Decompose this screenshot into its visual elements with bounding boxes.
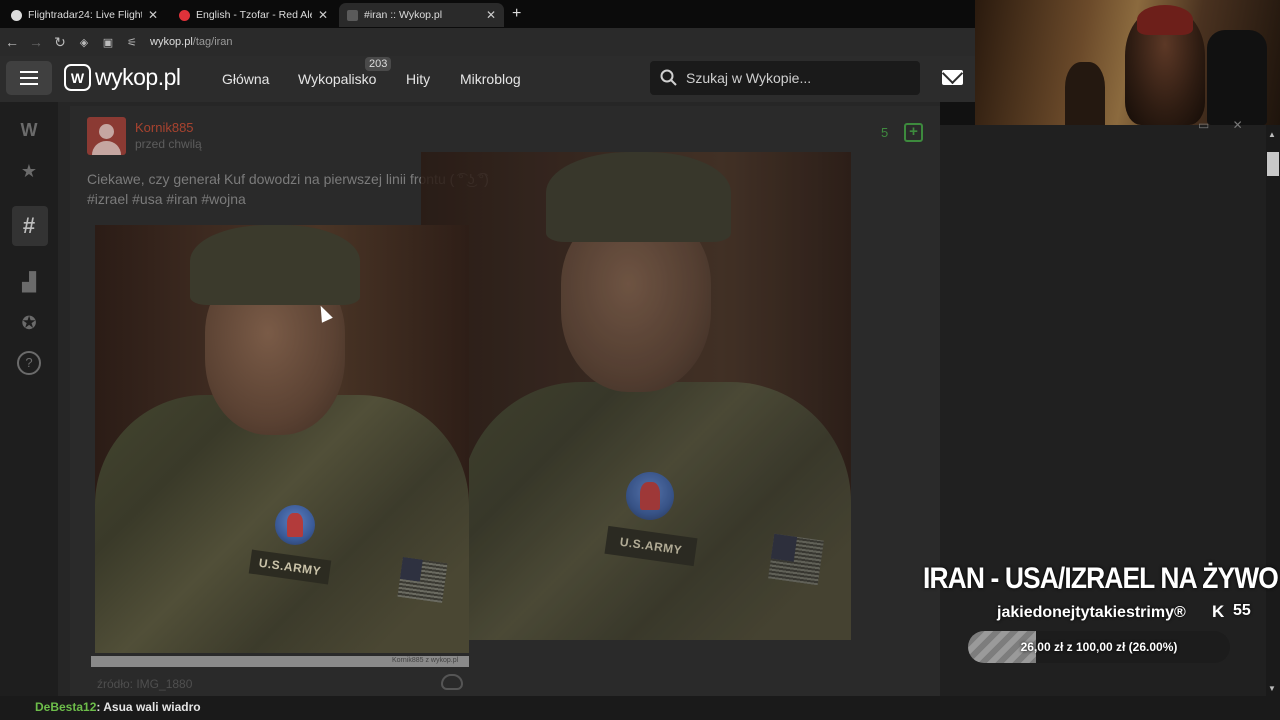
flightradar-favicon-icon	[11, 9, 22, 21]
left-sidebar	[0, 102, 58, 696]
forward-arrow-icon[interactable]: →	[24, 34, 48, 50]
nav-glowna[interactable]: Główna	[222, 71, 269, 87]
tab-close-icon[interactable]: ✕	[486, 8, 496, 22]
vote-count: 5	[881, 125, 889, 140]
post-image[interactable]: U.S.ARMY	[95, 225, 469, 653]
site-settings-icon[interactable]: ⚟	[120, 36, 144, 49]
post-timestamp[interactable]: przed chwilą	[135, 137, 202, 151]
star-icon[interactable]: ★	[17, 159, 41, 183]
post-author[interactable]: Kornik885	[135, 120, 194, 135]
url-field[interactable]: wykop.pl/tag/iran	[150, 36, 233, 48]
window-controls-icon[interactable]: ▭ ✕	[1198, 118, 1243, 132]
tab-tzofar[interactable]: English - Tzofar - Red Alert ✕	[171, 3, 336, 27]
viewer-count: 55	[1233, 602, 1251, 619]
help-icon[interactable]: ?	[17, 351, 41, 375]
nav-mikroblog[interactable]: Mikroblog	[460, 71, 521, 87]
url-path: /tag/iran	[192, 36, 233, 48]
chat-text: : Asua wali wiadro	[96, 700, 201, 714]
download-cloud-icon[interactable]	[441, 674, 463, 690]
search-icon	[660, 69, 677, 86]
back-arrow-icon[interactable]: ←	[0, 34, 24, 50]
tab-flightradar[interactable]: Flightradar24: Live Flight Tracker ✕	[3, 3, 166, 27]
logo-text: wykop.pl	[95, 64, 181, 90]
nav-hity[interactable]: Hity	[406, 71, 430, 87]
scroll-up-icon[interactable]: ▲	[1268, 130, 1276, 139]
search-input[interactable]: Szukaj w Wykopie...	[650, 61, 920, 95]
stream-channel: jakiedonejtytakiestrimy®	[997, 604, 1186, 621]
chat-message: DeBesta12: Asua wali wiadro	[35, 700, 201, 714]
stream-title: IRAN - USA/IZRAEL NA ŻYWO	[923, 562, 1279, 595]
image-footer-text: Kornik885 z wykop.pl	[392, 657, 459, 664]
scrollbar[interactable]	[1266, 125, 1280, 696]
hashtag-icon[interactable]: #	[17, 214, 41, 238]
ranking-icon[interactable]: ▟	[17, 270, 41, 294]
scroll-down-icon[interactable]: ▼	[1268, 684, 1276, 693]
hamburger-menu-button[interactable]	[6, 61, 52, 95]
tzofar-favicon-icon	[179, 9, 190, 21]
upvote-plus-icon[interactable]: +	[904, 123, 923, 142]
webcam-overlay	[975, 0, 1280, 125]
wykopalisko-count-badge: 203	[365, 57, 392, 71]
donation-progress-bar: 26,00 zł z 100,00 zł (26.00%)	[968, 631, 1230, 663]
wykop-icon[interactable]: W	[17, 118, 41, 142]
tab-label: Flightradar24: Live Flight Tracker	[28, 9, 142, 21]
url-domain: wykop.pl	[150, 36, 193, 48]
image-source: źródło: IMG_1880	[97, 677, 193, 691]
wykop-logo[interactable]: W wykop.pl	[64, 64, 181, 91]
scrollbar-thumb[interactable]	[1267, 152, 1279, 176]
tab-close-icon[interactable]: ✕	[318, 8, 328, 22]
new-tab-button[interactable]: +	[512, 5, 521, 23]
search-placeholder: Szukaj w Wykopie...	[686, 70, 812, 86]
browser-tab-bar: Flightradar24: Live Flight Tracker ✕ Eng…	[0, 0, 975, 28]
post-image-transition: U.S.ARMY	[421, 152, 851, 640]
avatar[interactable]	[87, 117, 126, 155]
address-bar: ← → ↻ ◈ ▣ ⚟ wykop.pl/tag/iran	[0, 28, 975, 56]
tab-label: English - Tzofar - Red Alert	[196, 9, 312, 21]
logo-badge-icon: W	[64, 64, 91, 91]
medal-icon[interactable]: ✪	[17, 311, 41, 335]
tab-close-icon[interactable]: ✕	[148, 8, 158, 22]
wykop-favicon-icon	[347, 9, 358, 21]
donation-text: 26,00 zł z 100,00 zł (26.00%)	[1020, 640, 1178, 654]
nav-wykopalisko[interactable]: Wykopalisko	[298, 71, 376, 87]
kick-icon: K	[1212, 602, 1225, 621]
shield-icon[interactable]: ◈	[72, 36, 96, 49]
tab-label: #iran :: Wykop.pl	[364, 9, 443, 21]
reload-icon[interactable]: ↻	[48, 34, 72, 51]
tab-wykop[interactable]: #iran :: Wykop.pl ✕	[339, 3, 504, 27]
mail-icon[interactable]	[942, 70, 963, 85]
chat-username: DeBesta12	[35, 700, 97, 714]
lock-icon[interactable]: ▣	[96, 36, 120, 49]
